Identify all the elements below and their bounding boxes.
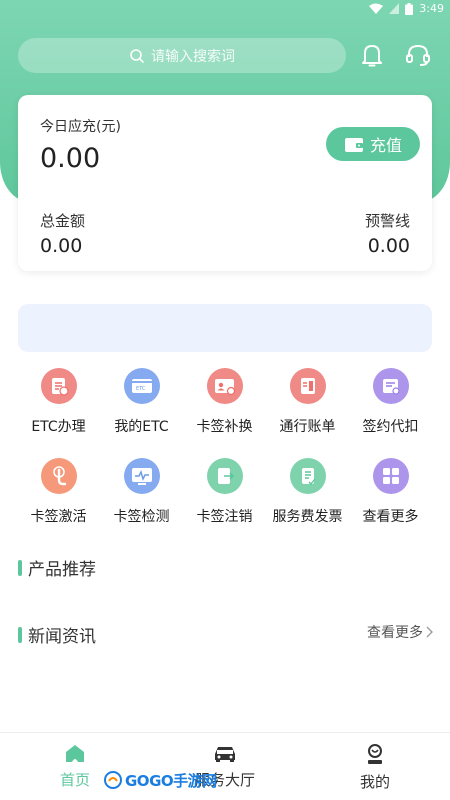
svg-text:ETC: ETC <box>136 386 146 392</box>
search-placeholder: 请输入搜索词 <box>151 48 235 65</box>
grid-item-detect[interactable]: 卡签检测 <box>100 458 183 548</box>
bottom-nav: 首页 服务大厅 我的 <box>0 732 450 800</box>
grid-item-label: 我的ETC <box>114 419 169 435</box>
grid-item-label: 通行账单 <box>279 419 336 435</box>
total-amount-value: 0.00 <box>40 235 83 257</box>
today-recharge-label: 今日应充(元) <box>40 119 121 135</box>
section-news: 新闻资讯 <box>18 622 96 647</box>
grid-item-bill[interactable]: 通行账单 <box>266 368 349 458</box>
recharge-button[interactable]: 充值 <box>326 127 420 161</box>
card-replace-icon <box>206 368 243 404</box>
grid-item-my-etc[interactable]: ETC 我的ETC <box>100 368 183 458</box>
etc-apply-icon <box>40 368 77 404</box>
function-grid-row: ETC办理 ETC 我的ETC 卡签补换 通行账单 签约代扣 <box>17 368 433 458</box>
bill-icon <box>289 368 326 404</box>
headset-icon <box>406 44 430 66</box>
grid-item-contract[interactable]: 签约代扣 <box>349 368 432 458</box>
grid-item-invoice[interactable]: 服务费发票 <box>266 458 349 548</box>
etc-card-icon: ETC <box>123 368 160 404</box>
battery-icon <box>405 2 414 15</box>
customer-service-button[interactable] <box>403 40 433 70</box>
function-grid-row: 卡签激活 卡签检测 卡签注销 服务费发票 查看更多 <box>17 458 433 548</box>
grid-item-label: 卡签激活 <box>30 509 87 525</box>
section-products-title: 产品推荐 <box>28 560 96 580</box>
wifi-icon <box>369 3 384 14</box>
activate-icon <box>40 458 77 494</box>
warning-line-label: 预警线 <box>364 212 410 230</box>
status-time: 3:49 <box>419 2 444 15</box>
chevron-right-icon <box>426 626 433 638</box>
grid-item-label: 卡签注销 <box>196 509 253 525</box>
grid-item-label: 卡签检测 <box>113 509 170 525</box>
grid-item-activate[interactable]: 卡签激活 <box>17 458 100 548</box>
grid-item-label: 签约代扣 <box>362 419 419 435</box>
watermark-text: GOGO手游网 <box>125 771 217 790</box>
recharge-label: 充值 <box>369 136 402 155</box>
grid-item-label: 卡签补换 <box>196 419 253 435</box>
wallet-icon <box>344 137 363 152</box>
nav-home-label: 首页 <box>59 771 90 789</box>
search-icon <box>130 48 144 63</box>
section-news-title: 新闻资讯 <box>28 627 96 647</box>
more-grid-icon <box>372 458 409 494</box>
nav-mine[interactable]: 我的 <box>300 733 450 800</box>
car-icon <box>215 747 235 762</box>
grid-item-label: 服务费发票 <box>272 509 343 525</box>
warning-line-value: 0.00 <box>367 235 410 257</box>
nav-mine-label: 我的 <box>359 773 390 791</box>
grid-item-label: ETC办理 <box>31 419 86 435</box>
see-more-label: 查看更多 <box>367 625 423 641</box>
watermark-icon <box>104 771 122 789</box>
signal-icon <box>389 3 400 14</box>
today-recharge-value: 0.00 <box>40 143 101 174</box>
section-bar <box>18 559 22 576</box>
grid-item-label: 查看更多 <box>362 509 419 525</box>
bell-icon <box>362 45 382 67</box>
invoice-icon <box>289 458 326 494</box>
banner-carousel[interactable] <box>18 304 432 352</box>
news-see-more-link[interactable]: 查看更多 <box>367 622 433 642</box>
section-bar <box>18 626 22 643</box>
section-products: 产品推荐 <box>18 555 96 580</box>
grid-item-card-replace[interactable]: 卡签补换 <box>183 368 266 458</box>
function-grid: ETC办理 ETC 我的ETC 卡签补换 通行账单 签约代扣 卡签激活 卡签检测… <box>17 368 433 548</box>
cancel-icon <box>206 458 243 494</box>
home-icon <box>66 745 84 762</box>
status-bar: 3:49 <box>0 0 450 20</box>
grid-item-more[interactable]: 查看更多 <box>349 458 432 548</box>
balance-card: 今日应充(元) 0.00 充值 总金额 0.00 预警线 0.00 <box>18 95 432 271</box>
grid-item-cancel[interactable]: 卡签注销 <box>183 458 266 548</box>
user-icon <box>368 744 382 764</box>
watermark-logo: GOGO手游网 <box>104 765 217 795</box>
notification-button[interactable] <box>357 40 387 70</box>
detect-icon <box>123 458 160 494</box>
grid-item-etc-apply[interactable]: ETC办理 <box>17 368 100 458</box>
contract-icon <box>372 368 409 404</box>
total-amount-label: 总金额 <box>40 212 86 230</box>
search-input[interactable]: 请输入搜索词 <box>18 38 346 73</box>
